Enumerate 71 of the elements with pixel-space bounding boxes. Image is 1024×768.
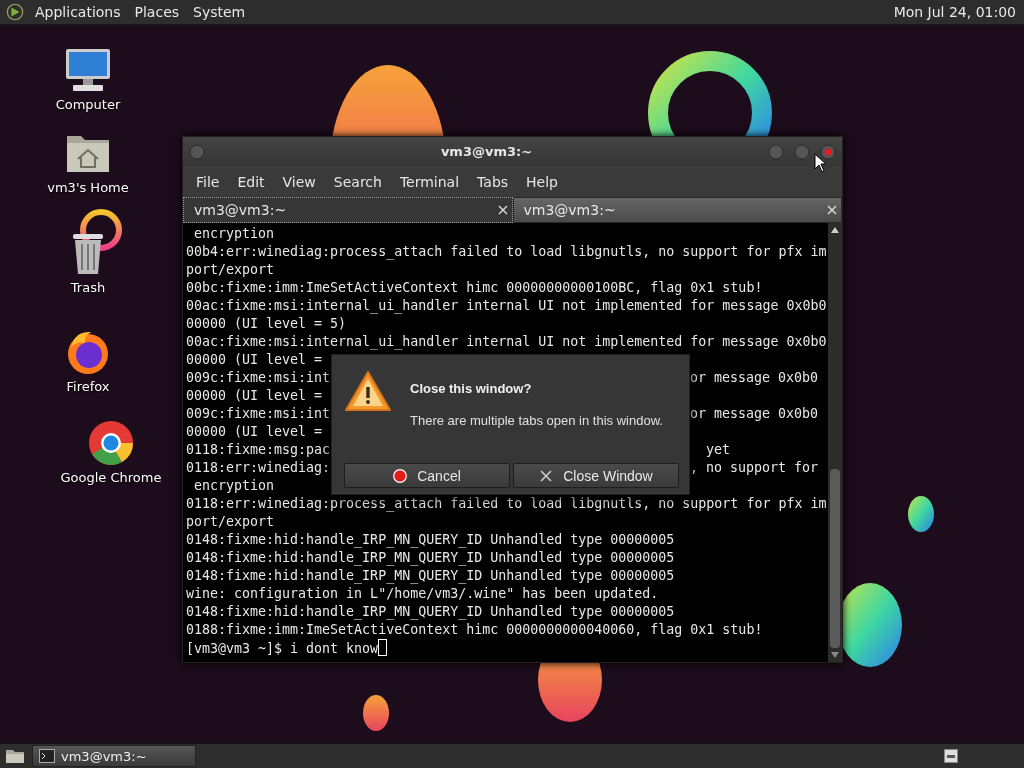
panel-menu[interactable]: System xyxy=(186,4,253,20)
logo-icon[interactable] xyxy=(6,3,24,21)
terminal-line: , no support for xyxy=(690,459,819,477)
icon-label[interactable]: Computer xyxy=(55,97,121,112)
icon-label[interactable]: Google Chrome xyxy=(60,470,162,485)
terminal-line: 0148:fixme:hid:handle_IRP_MN_QUERY_ID Unhandled type 00000005 xyxy=(186,549,675,567)
cancel-button[interactable]: Cancel xyxy=(344,463,510,488)
menu-item[interactable]: Help xyxy=(517,173,567,190)
terminal-line: wine: configuration in L"/home/vm3/.wine" has been updated. xyxy=(186,585,659,603)
terminal-prompt: [vm3@vm3 ~]$ i dont know xyxy=(186,641,379,656)
icon-label[interactable]: Firefox xyxy=(66,379,110,394)
terminal-line: 00ac:fixme:msi:internal_ui_handler internal UI not implemented for message 0x0b0 xyxy=(186,297,827,315)
dialog-message: There are multiple tabs open in this window. xyxy=(410,413,663,428)
terminal-icon xyxy=(39,749,55,763)
stop-icon xyxy=(393,468,408,483)
down-arrow-icon[interactable] xyxy=(831,652,839,658)
terminal-line: or message 0x0b0 xyxy=(690,369,819,387)
menu-item[interactable]: Terminal xyxy=(390,173,469,190)
terminal-line: 0118:err:winediag:process_attach failed to load libgnutls, no support for pfx im xyxy=(186,495,827,513)
terminal-line: 0148:fixme:hid:handle_IRP_MN_QUERY_ID Unhandled type 00000005 xyxy=(186,603,675,621)
terminal-line: 0188:fixme:imm:ImeSetActiveContext himc 0000000000040060, flag 0x1 stub! xyxy=(186,621,763,639)
terminal-line: 00ac:fixme:msi:internal_ui_handler internal UI not implemented for message 0x0b0 xyxy=(186,333,827,351)
scrollbar[interactable] xyxy=(828,223,842,662)
terminal-line: encryption xyxy=(193,225,275,243)
terminal-line: encryption xyxy=(193,477,275,495)
icon-label[interactable]: Trash xyxy=(70,280,106,295)
clock[interactable]: Mon Jul 24, 01:00 xyxy=(893,4,1024,20)
tab[interactable]: vm3@vm3:~ xyxy=(183,197,513,223)
panel-menu[interactable]: Applications xyxy=(28,4,128,20)
workspace-icon[interactable] xyxy=(944,749,958,763)
terminal-line: 0118:err:winediag: xyxy=(186,459,331,477)
close-icon xyxy=(539,468,554,483)
terminal-line: port/export xyxy=(186,261,275,279)
close-icon[interactable] xyxy=(827,205,837,215)
close-window-button[interactable]: Close Window xyxy=(513,463,679,488)
menu-item[interactable]: Tabs xyxy=(468,173,518,190)
terminal-line: 00bc:fixme:imm:ImeSetActiveContext himc 00000000000100BC, flag 0x1 stub! xyxy=(186,279,763,297)
terminal-line: 00b4:err:winediag:process_attach failed to load libgnutls, no support for pfx im xyxy=(186,243,827,261)
terminal-line: 0148:fixme:hid:handle_IRP_MN_QUERY_ID Unhandled type 00000005 xyxy=(186,531,675,549)
terminal-line: 0118:fixme:msg:pac xyxy=(186,441,331,459)
tab-label: vm3@vm3:~ xyxy=(523,202,617,218)
panel-menu[interactable]: Places xyxy=(127,4,187,20)
taskbar-button[interactable]: vm3@vm3:~ xyxy=(32,745,196,767)
terminal-line: 00000 (UI level = xyxy=(186,423,323,441)
up-arrow-icon[interactable] xyxy=(831,227,839,233)
terminal-line: yet xyxy=(705,441,731,459)
tab[interactable]: vm3@vm3:~ xyxy=(512,197,842,223)
show-desktop-icon[interactable] xyxy=(4,747,26,765)
menu-item[interactable]: File xyxy=(187,173,229,190)
dialog-title: Close this window? xyxy=(410,381,533,396)
window-title: vm3@vm3:~ xyxy=(439,144,534,159)
menu-item[interactable]: Search xyxy=(324,173,391,190)
close-icon[interactable] xyxy=(497,205,508,215)
terminal-line: 0148:fixme:hid:handle_IRP_MN_QUERY_ID Unhandled type 00000005 xyxy=(186,567,675,585)
terminal-line: 00000 (UI level = xyxy=(186,351,323,369)
terminal-line: 009c:fixme:msi:int xyxy=(186,369,331,387)
terminal-line: 00000 (UI level = 5) xyxy=(186,315,347,333)
terminal-line: port/export xyxy=(186,513,275,531)
terminal-line: or message 0x0b0 xyxy=(690,405,819,423)
menu-item[interactable]: View xyxy=(273,173,325,190)
close-button[interactable] xyxy=(820,143,836,160)
menu-item[interactable]: Edit xyxy=(228,173,274,190)
warning-icon xyxy=(344,369,392,413)
terminal-line: 009c:fixme:msi:int xyxy=(186,405,331,423)
mouse-pointer-icon xyxy=(814,153,828,173)
terminal-line: 00000 (UI level = xyxy=(186,387,323,405)
browser-icon[interactable] xyxy=(86,418,136,468)
icon-label[interactable]: vm3's Home xyxy=(47,180,129,195)
text-cursor xyxy=(378,639,388,656)
tab-label: vm3@vm3:~ xyxy=(194,202,288,218)
scroll-thumb[interactable] xyxy=(830,469,840,648)
